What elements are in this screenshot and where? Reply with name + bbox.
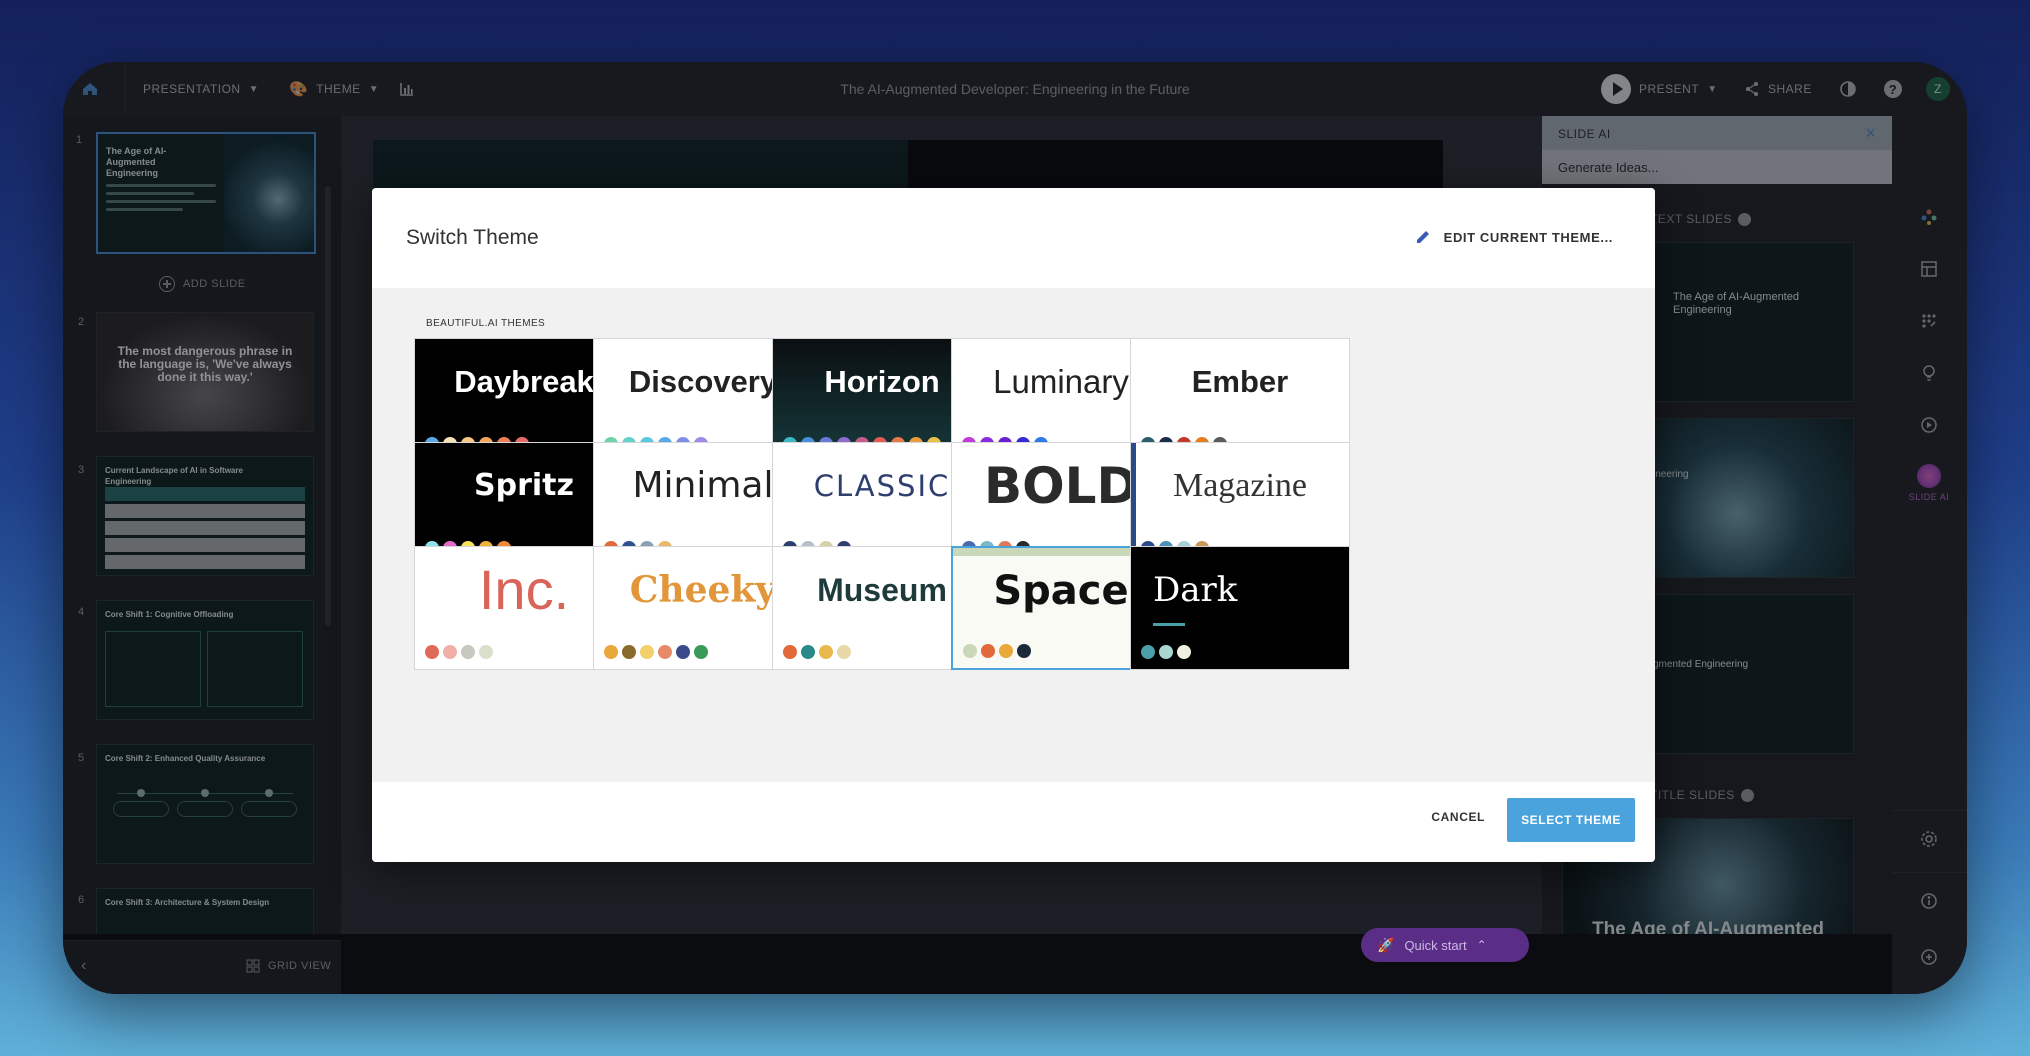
quick-start-button[interactable]: 🚀 Quick start ⌃: [1361, 928, 1529, 962]
palette-swatch: [1017, 644, 1031, 658]
section-label: BEAUTIFUL.AI THEMES: [426, 318, 546, 329]
switch-theme-dialog: Switch Theme EDIT CURRENT THEME... BEAUT…: [372, 188, 1655, 862]
app-screen: PRESENTATION ▼ 🎨 THEME ▼ The AI-Augmente…: [63, 62, 1967, 994]
cancel-button[interactable]: CANCEL: [1431, 810, 1485, 824]
palette-swatch: [837, 645, 851, 659]
quick-start-label: Quick start: [1404, 937, 1467, 953]
color-palette: [425, 645, 493, 659]
palette-swatch: [658, 645, 672, 659]
edit-current-theme-button[interactable]: EDIT CURRENT THEME...: [1414, 228, 1613, 246]
palette-swatch: [622, 645, 636, 659]
color-palette: [1141, 645, 1191, 659]
theme-gallery: BEAUTIFUL.AI THEMES Daybreak Discovery Hor…: [372, 288, 1655, 782]
palette-swatch: [425, 645, 439, 659]
palette-swatch: [963, 644, 977, 658]
dialog-header: Switch Theme EDIT CURRENT THEME...: [372, 188, 1655, 288]
theme-name: Dark: [1153, 570, 1238, 610]
palette-swatch: [801, 645, 815, 659]
dialog-title: Switch Theme: [406, 226, 539, 249]
palette-swatch: [819, 645, 833, 659]
device-frame: PRESENTATION ▼ 🎨 THEME ▼ The AI-Augmente…: [63, 62, 1967, 994]
pencil-icon: [1416, 231, 1429, 243]
color-palette: [604, 645, 708, 659]
theme-name: Magazine: [1172, 467, 1308, 504]
palette-swatch: [694, 645, 708, 659]
palette-swatch: [1177, 645, 1191, 659]
chevron-up-icon: ⌃: [1476, 938, 1487, 952]
theme-tile-dark[interactable]: Dark: [1130, 546, 1350, 670]
dialog-footer: CANCEL SELECT THEME: [372, 782, 1655, 862]
color-palette: [963, 644, 1031, 658]
palette-swatch: [1141, 645, 1155, 659]
rocket-icon: 🚀: [1377, 936, 1395, 953]
palette-swatch: [640, 645, 654, 659]
palette-swatch: [479, 645, 493, 659]
palette-swatch: [604, 645, 618, 659]
select-theme-button[interactable]: SELECT THEME: [1507, 798, 1635, 842]
palette-swatch: [443, 645, 457, 659]
palette-swatch: [981, 644, 995, 658]
palette-swatch: [1159, 645, 1173, 659]
edit-theme-label: EDIT CURRENT THEME...: [1443, 229, 1613, 245]
theme-name: Ember: [1191, 364, 1289, 399]
palette-swatch: [461, 645, 475, 659]
palette-swatch: [783, 645, 797, 659]
palette-swatch: [676, 645, 690, 659]
palette-swatch: [999, 644, 1013, 658]
color-palette: [783, 645, 851, 659]
